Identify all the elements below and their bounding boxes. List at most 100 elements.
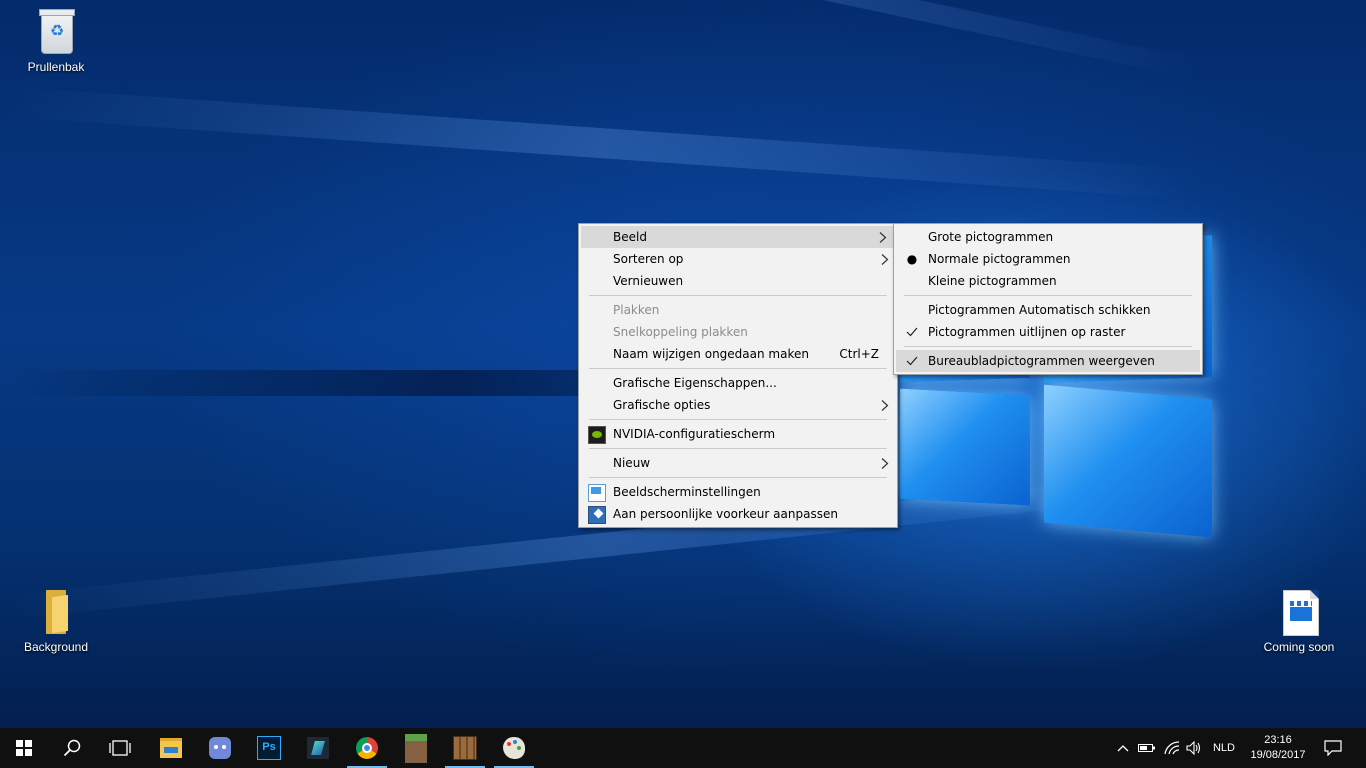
- menu-separator: [589, 368, 887, 369]
- input-language-indicator[interactable]: NLD: [1206, 728, 1242, 768]
- desktop-icon-label: Coming soon: [1263, 640, 1335, 654]
- menu-item-graphics-options[interactable]: Grafische opties: [579, 394, 897, 416]
- menu-item-label: Beeldscherminstellingen: [613, 485, 761, 499]
- menu-item-sort-by[interactable]: Sorteren op: [579, 248, 897, 270]
- menu-item-refresh[interactable]: Vernieuwen: [579, 270, 897, 292]
- menu-item-label: Bureaubladpictogrammen weergeven: [928, 354, 1155, 368]
- chevron-right-icon: [881, 394, 889, 411]
- folder-icon: [32, 588, 80, 636]
- chevron-up-icon: [1117, 745, 1129, 752]
- wifi-icon: [1164, 741, 1180, 755]
- menu-item-label: Normale pictogrammen: [928, 252, 1071, 266]
- menu-item-label: Nieuw: [613, 456, 651, 470]
- search-button[interactable]: [48, 728, 96, 768]
- menu-item-new[interactable]: Nieuw: [579, 452, 897, 474]
- menu-item-label: Snelkoppeling plakken: [613, 325, 748, 339]
- menu-item-personalize[interactable]: Aan persoonlijke voorkeur aanpassen: [579, 503, 897, 525]
- show-hidden-icons-button[interactable]: [1112, 728, 1134, 768]
- speaker-icon: [1186, 741, 1201, 755]
- menu-separator: [904, 346, 1192, 347]
- menu-item-label: Vernieuwen: [613, 274, 684, 288]
- taskbar-paint[interactable]: [490, 728, 538, 768]
- taskbar-crafting-table[interactable]: [441, 728, 489, 768]
- menu-item-label: Grafische opties: [613, 398, 711, 412]
- taskbar-photoshop[interactable]: Ps: [245, 728, 293, 768]
- checkmark-icon: [904, 321, 920, 344]
- menu-separator: [589, 477, 887, 478]
- wallpaper-logo-pane: [900, 388, 1030, 506]
- menu-item-view[interactable]: Beeld: [581, 226, 895, 248]
- desktop-icon-label: Prullenbak: [27, 60, 85, 74]
- submenu-item-auto-arrange[interactable]: Pictogrammen Automatisch schikken: [894, 299, 1202, 321]
- menu-item-label: Pictogrammen Automatisch schikken: [928, 303, 1151, 317]
- task-view-button[interactable]: [96, 728, 144, 768]
- battery-icon: [1138, 744, 1155, 752]
- paint-icon: [503, 737, 525, 759]
- menu-item-shortcut: Ctrl+Z: [839, 347, 879, 361]
- start-button[interactable]: [0, 728, 48, 768]
- radio-bullet-icon: ●: [906, 252, 918, 266]
- taskbar-chrome[interactable]: [343, 728, 391, 768]
- wallpaper-logo-pane: [1044, 384, 1212, 538]
- search-icon: [63, 739, 81, 757]
- taskbar: Ps NLD 23:16 19/08/2017: [0, 728, 1366, 768]
- wallpaper-light-ray: [121, 0, 1203, 80]
- clock-time: 23:16: [1264, 734, 1292, 746]
- menu-item-display-settings[interactable]: Beeldscherminstellingen: [579, 481, 897, 503]
- notification-icon: [1324, 740, 1342, 756]
- chrome-icon: [356, 737, 378, 759]
- chevron-right-icon: [881, 248, 889, 265]
- submenu-item-show-desktop-icons[interactable]: Bureaubladpictogrammen weergeven: [896, 350, 1200, 372]
- crafting-table-icon: [453, 736, 477, 760]
- desktop-icon-recycle-bin[interactable]: ♻ Prullenbak: [16, 8, 96, 74]
- desktop-icon-coming-soon[interactable]: Coming soon: [1259, 588, 1339, 654]
- menu-separator: [904, 295, 1192, 296]
- submenu-item-small-icons[interactable]: Kleine pictogrammen: [894, 270, 1202, 292]
- battery-button[interactable]: [1136, 728, 1158, 768]
- clock-date: 19/08/2017: [1250, 749, 1306, 761]
- menu-item-label: Beeld: [613, 230, 647, 244]
- menu-item-label: Naam wijzigen ongedaan maken: [613, 347, 809, 361]
- wallpaper-light-ray: [1, 86, 1202, 200]
- taskbar-filmora[interactable]: [294, 728, 342, 768]
- menu-separator: [589, 448, 887, 449]
- taskbar-discord[interactable]: [196, 728, 244, 768]
- menu-item-undo-rename[interactable]: Naam wijzigen ongedaan maken Ctrl+Z: [579, 343, 897, 365]
- photoshop-icon: Ps: [257, 736, 281, 760]
- chevron-right-icon: [881, 452, 889, 469]
- menu-separator: [589, 295, 887, 296]
- menu-item-label: Sorteren op: [613, 252, 684, 266]
- desktop-icon-background-folder[interactable]: Background: [16, 588, 96, 654]
- menu-item-nvidia-control-panel[interactable]: NVIDIA-configuratiescherm: [579, 423, 897, 445]
- network-button[interactable]: [1160, 728, 1184, 768]
- desktop[interactable]: ♻ Prullenbak Background Coming soon Beel…: [0, 0, 1366, 728]
- submenu-item-align-to-grid[interactable]: Pictogrammen uitlijnen op raster: [894, 321, 1202, 343]
- view-submenu: Grote pictogrammen ● Normale pictogramme…: [893, 223, 1203, 375]
- recycle-bin-icon: ♻: [32, 8, 80, 56]
- filmora-icon: [307, 737, 329, 759]
- taskbar-minecraft[interactable]: [392, 728, 440, 768]
- menu-separator: [589, 419, 887, 420]
- taskbar-file-explorer[interactable]: [147, 728, 195, 768]
- menu-item-label: Grafische Eigenschappen...: [613, 376, 777, 390]
- action-center-button[interactable]: [1318, 728, 1348, 768]
- menu-item-graphics-properties[interactable]: Grafische Eigenschappen...: [579, 372, 897, 394]
- nvidia-icon: [588, 426, 606, 444]
- video-file-icon: [1275, 588, 1323, 636]
- submenu-item-large-icons[interactable]: Grote pictogrammen: [894, 226, 1202, 248]
- menu-item-label: Aan persoonlijke voorkeur aanpassen: [613, 507, 838, 521]
- menu-item-label: Pictogrammen uitlijnen op raster: [928, 325, 1126, 339]
- volume-button[interactable]: [1184, 728, 1204, 768]
- task-view-icon: [109, 740, 131, 756]
- menu-item-label: NVIDIA-configuratiescherm: [613, 427, 776, 441]
- menu-item-label: Grote pictogrammen: [928, 230, 1054, 244]
- submenu-item-medium-icons[interactable]: ● Normale pictogrammen: [894, 248, 1202, 270]
- discord-icon: [209, 737, 231, 759]
- checkmark-icon: [904, 350, 920, 373]
- chevron-right-icon: [879, 226, 887, 243]
- display-settings-icon: [588, 484, 606, 502]
- file-explorer-icon: [160, 738, 182, 758]
- taskbar-clock[interactable]: 23:16 19/08/2017: [1244, 728, 1312, 768]
- menu-item-label: Kleine pictogrammen: [928, 274, 1057, 288]
- start-icon: [16, 740, 32, 756]
